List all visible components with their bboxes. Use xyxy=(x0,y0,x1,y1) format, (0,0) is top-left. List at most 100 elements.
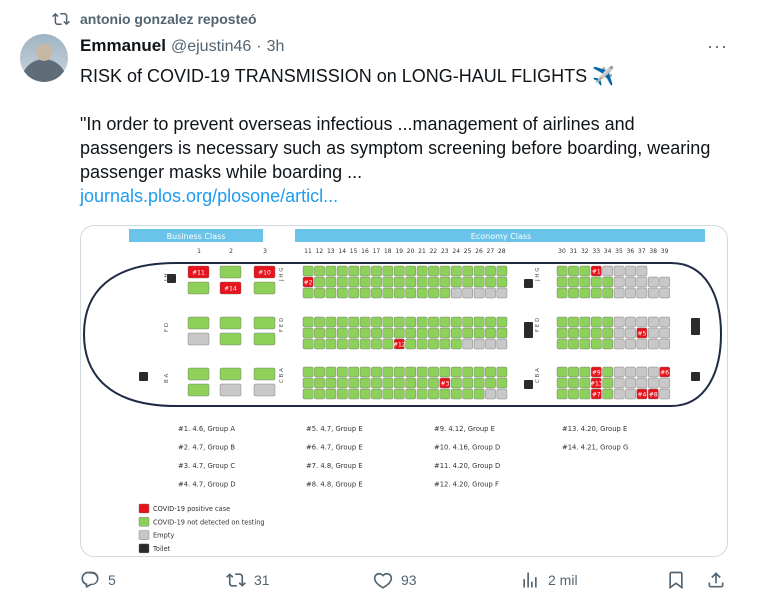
action-bar: 5 31 93 2 mil xyxy=(80,570,730,600)
seat xyxy=(416,316,428,328)
avatar[interactable] xyxy=(20,34,68,82)
tweet-title-line: RISK of COVID-19 TRANSMISSION on LONG-HA… xyxy=(80,66,615,86)
seat xyxy=(219,316,242,330)
seat xyxy=(382,316,394,328)
seat xyxy=(451,265,462,277)
seat xyxy=(485,316,496,328)
seat xyxy=(382,366,394,378)
seat xyxy=(556,287,568,299)
seat xyxy=(325,338,337,350)
seat xyxy=(382,388,394,400)
seat xyxy=(187,367,210,381)
seat xyxy=(394,287,405,299)
case-entry: #7. 4.8, Group E xyxy=(306,462,363,470)
seat xyxy=(659,276,670,288)
share-icon xyxy=(708,572,724,588)
column-number: 34 xyxy=(604,248,612,255)
more-options-icon[interactable]: ··· xyxy=(707,36,728,57)
seat xyxy=(428,276,439,288)
seat xyxy=(394,327,405,339)
case-entry: #12. 4.20, Group F xyxy=(434,481,499,489)
case-label: #13 xyxy=(590,380,603,387)
toilet-icon xyxy=(524,279,533,288)
seat xyxy=(325,377,337,389)
seat xyxy=(613,316,625,328)
repost-button[interactable]: 31 xyxy=(226,570,270,590)
article-link[interactable]: journals.plos.org/plosone/articl... xyxy=(80,186,338,206)
seat xyxy=(556,366,568,378)
seat xyxy=(416,327,428,339)
repost-action-icon xyxy=(226,573,246,587)
case-entry: #9. 4.12, Group E xyxy=(434,425,495,433)
seat xyxy=(371,388,382,400)
seat xyxy=(314,327,325,339)
column-number: 18 xyxy=(384,248,392,255)
column-number: 2 xyxy=(229,248,233,255)
seat xyxy=(219,265,242,279)
seat xyxy=(371,316,382,328)
seat xyxy=(613,366,625,378)
seat xyxy=(253,316,276,330)
column-number: 37 xyxy=(638,248,646,255)
seat xyxy=(485,338,496,350)
reply-button[interactable]: 5 xyxy=(80,570,116,590)
seat xyxy=(473,388,485,400)
case-label: #6 xyxy=(660,369,669,376)
column-number: 15 xyxy=(350,248,358,255)
seat xyxy=(314,287,325,299)
seat xyxy=(253,367,276,381)
reply-icon xyxy=(81,571,99,588)
seat xyxy=(416,366,428,378)
seat xyxy=(568,377,579,389)
separator-dot: · xyxy=(256,38,262,55)
seat xyxy=(568,327,579,339)
seat xyxy=(337,377,348,389)
seat xyxy=(382,377,394,389)
seat xyxy=(473,316,485,328)
seat xyxy=(348,377,360,389)
seat xyxy=(556,276,568,288)
seat xyxy=(602,265,613,277)
author-name[interactable]: Emmanuel xyxy=(80,36,166,56)
column-number: 33 xyxy=(592,248,600,255)
column-number: 25 xyxy=(464,248,472,255)
seat xyxy=(348,316,360,328)
toilet-icon xyxy=(691,372,700,381)
row-letter: F D xyxy=(164,323,170,332)
bookmark-button[interactable] xyxy=(666,570,686,590)
seat xyxy=(348,276,360,288)
views-button[interactable]: 2 mil xyxy=(520,570,578,590)
seat xyxy=(219,332,242,346)
seat xyxy=(187,316,210,330)
business-class-label: Business Class xyxy=(167,232,226,241)
seat xyxy=(485,265,496,277)
seat xyxy=(382,265,394,277)
seat xyxy=(405,265,417,277)
seat xyxy=(568,388,579,400)
seat xyxy=(359,327,371,339)
seat xyxy=(602,338,613,350)
column-number: 30 xyxy=(558,248,566,255)
seat xyxy=(462,265,474,277)
case-label: #10 xyxy=(258,269,271,276)
seat xyxy=(613,287,625,299)
timestamp[interactable]: 3h xyxy=(267,38,285,56)
seat xyxy=(405,366,417,378)
seat xyxy=(462,327,474,339)
author-handle[interactable]: @ejustin46 xyxy=(171,38,251,56)
bookmark-icon xyxy=(669,571,683,590)
seat xyxy=(625,338,636,350)
repost-banner[interactable]: antonio gonzalez reposteó xyxy=(52,10,257,28)
like-button[interactable]: 93 xyxy=(373,570,417,590)
share-button[interactable] xyxy=(706,570,726,590)
seat xyxy=(314,276,325,288)
seat xyxy=(359,377,371,389)
seat xyxy=(405,316,417,328)
seat xyxy=(439,366,451,378)
seat xyxy=(613,276,625,288)
seat xyxy=(382,276,394,288)
seat xyxy=(416,338,428,350)
seat xyxy=(496,287,508,299)
column-number: 22 xyxy=(430,248,438,255)
seat-map-image[interactable]: Business Class Economy Class 1 2 3 11 12 13 14… xyxy=(80,225,728,557)
